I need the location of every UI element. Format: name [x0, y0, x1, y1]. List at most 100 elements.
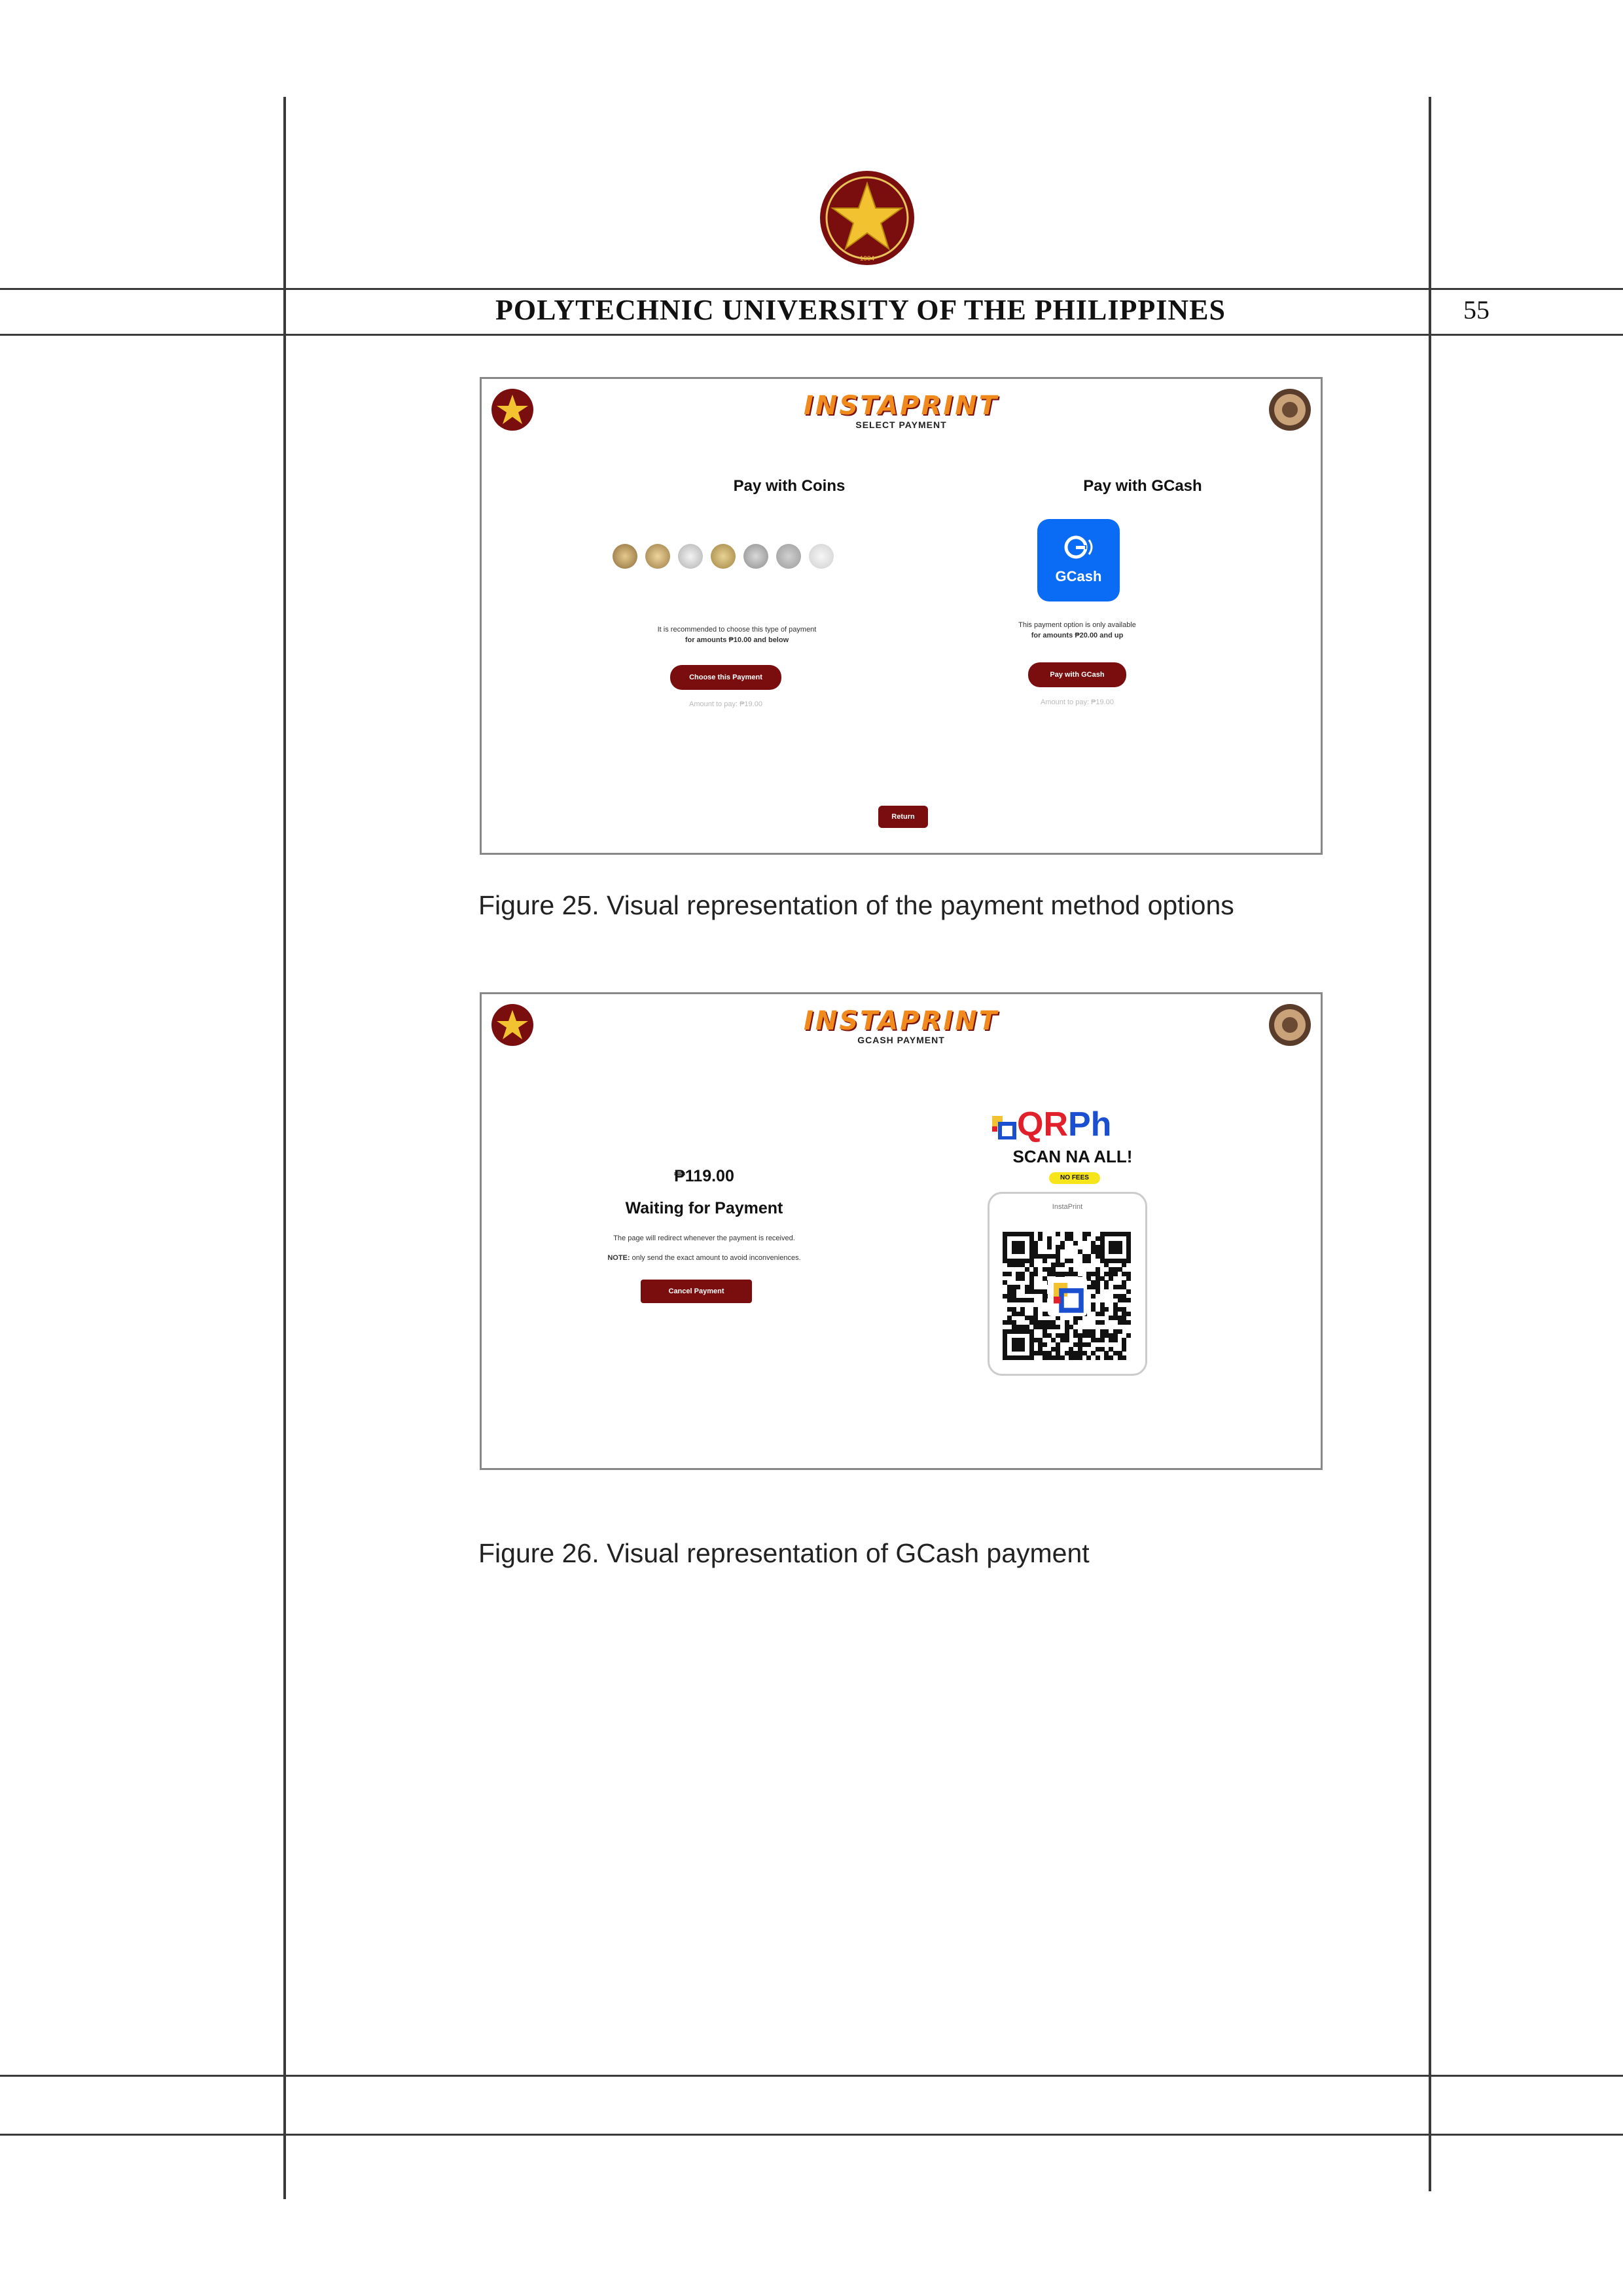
- qr-module: [1046, 1245, 1052, 1250]
- qrph-brand: QRPh: [991, 1105, 1168, 1145]
- qrph-qr-text: QR: [1017, 1105, 1068, 1143]
- qr-module: [1029, 1298, 1034, 1303]
- coins-note-line-1: It is recommended to choose this type of…: [657, 626, 817, 634]
- qr-module: [1077, 1316, 1082, 1321]
- qr-module: [1086, 1258, 1092, 1263]
- pay-with-coins-title: Pay with Coins: [733, 477, 846, 495]
- cancel-payment-button[interactable]: Cancel Payment: [641, 1280, 752, 1303]
- coin-icon: [613, 544, 637, 569]
- screen-title: GCASH PAYMENT: [857, 1035, 945, 1045]
- right-margin-line: [1429, 97, 1431, 2191]
- qr-module: [1099, 1311, 1105, 1316]
- qr-module: [1020, 1249, 1026, 1255]
- figure-25-screenshot: INSTAPRINT SELECT PAYMENT Pay with Coins…: [480, 377, 1323, 855]
- qrph-center-logo-icon: [1048, 1277, 1087, 1316]
- coin-icon: [743, 544, 768, 569]
- seal-year: 1904: [860, 255, 875, 262]
- qr-module: [1126, 1258, 1132, 1263]
- left-margin-line: [283, 97, 286, 2199]
- qr-module: [1126, 1311, 1132, 1316]
- qr-module: [1086, 1355, 1092, 1361]
- redirect-note: The page will redirect whenever the paym…: [613, 1234, 795, 1242]
- qr-module: [1099, 1320, 1105, 1325]
- qr-module: [1020, 1346, 1026, 1352]
- qr-module: [1029, 1355, 1034, 1361]
- merchant-name: InstaPrint: [1052, 1203, 1083, 1211]
- exact-amount-warning: NOTE: only send the exact amount to avoi…: [547, 1253, 861, 1263]
- coin-icon: [678, 544, 703, 569]
- choose-coins-button[interactable]: Choose this Payment: [670, 665, 781, 690]
- qr-module: [1099, 1338, 1105, 1343]
- warning-label: NOTE:: [607, 1254, 630, 1262]
- scan-na-all-text: SCAN NA ALL!: [1012, 1147, 1133, 1166]
- qr-module: [1038, 1236, 1043, 1241]
- qr-module: [1042, 1342, 1047, 1347]
- pay-with-gcash-button[interactable]: Pay with GCash: [1028, 662, 1126, 687]
- qr-module: [1126, 1289, 1132, 1294]
- screen-title: SELECT PAYMENT: [855, 420, 947, 430]
- qr-module: [1016, 1285, 1021, 1290]
- figure-26-screenshot: INSTAPRINT GCASH PAYMENT ₱119.00 Waiting…: [480, 992, 1323, 1470]
- qr-module: [1104, 1306, 1109, 1312]
- payment-amount: ₱119.00: [674, 1167, 734, 1185]
- qr-module: [1113, 1271, 1118, 1276]
- qr-module: [1056, 1232, 1061, 1236]
- gcash-tile-label: GCash: [1055, 568, 1102, 584]
- qr-module: [1073, 1240, 1079, 1246]
- header-bottom-rule: [0, 334, 1623, 336]
- qr-module: [1007, 1271, 1012, 1276]
- app-logo: INSTAPRINT: [803, 391, 999, 421]
- gcash-tile-icon: GCash: [1037, 519, 1120, 601]
- qr-module: [1060, 1263, 1065, 1268]
- coin-icon: [776, 544, 801, 569]
- qr-module: [1095, 1289, 1100, 1294]
- header-top-rule: [0, 288, 1623, 290]
- university-seal-icon: 1904: [820, 171, 914, 265]
- gcash-note-line-2: for amounts ₱20.00 and up: [1031, 632, 1124, 639]
- coin-icon: [711, 544, 736, 569]
- qr-module: [1122, 1346, 1127, 1352]
- qr-module: [1073, 1320, 1079, 1325]
- gcash-note-line-1: This payment option is only available: [1018, 621, 1136, 629]
- coins-note-line-2: for amounts ₱10.00 and below: [685, 636, 789, 644]
- qr-module: [1042, 1298, 1047, 1303]
- qr-module: [1069, 1258, 1074, 1263]
- qr-module: [1086, 1232, 1092, 1236]
- app-logo: INSTAPRINT: [803, 1006, 999, 1036]
- qr-module: [1126, 1320, 1132, 1325]
- university-name: POLYTECHNIC UNIVERSITY OF THE PHILIPPINE…: [495, 294, 1226, 326]
- coin-row: [613, 544, 848, 570]
- qr-module: [1077, 1355, 1082, 1361]
- qr-module: [1056, 1324, 1061, 1329]
- qr-module: [1113, 1338, 1118, 1343]
- coins-amount-to-pay: Amount to pay: ₱19.00: [689, 700, 762, 708]
- qr-module: [1042, 1258, 1047, 1263]
- qr-module: [1126, 1333, 1132, 1338]
- qr-module: [1095, 1355, 1100, 1361]
- qr-module: [1104, 1285, 1109, 1290]
- figure-25-caption: Figure 25. Visual representation of the …: [478, 890, 1234, 920]
- qr-module: [1122, 1263, 1127, 1268]
- qr-module: [1056, 1316, 1061, 1321]
- coin-icon: [645, 544, 670, 569]
- footer-bottom-rule: [0, 2134, 1623, 2136]
- qr-module: [1064, 1338, 1069, 1343]
- qrph-logo-icon: [992, 1116, 1016, 1141]
- qr-module: [1020, 1276, 1026, 1281]
- qr-module: [1086, 1342, 1092, 1347]
- no-fees-badge: NO FEES: [1049, 1172, 1100, 1184]
- warning-text: only send the exact amount to avoid inco…: [630, 1254, 801, 1262]
- figure-26-caption: Figure 26. Visual representation of GCas…: [478, 1538, 1090, 1568]
- qr-module: [1033, 1271, 1039, 1276]
- return-button[interactable]: Return: [878, 806, 928, 828]
- qr-module: [1126, 1276, 1132, 1281]
- qr-module: [1082, 1236, 1087, 1241]
- qr-module: [1060, 1355, 1065, 1361]
- waiting-for-payment-status: Waiting for Payment: [625, 1199, 783, 1217]
- qr-module: [1122, 1355, 1127, 1361]
- qr-code-card: InstaPrint: [988, 1192, 1147, 1376]
- qr-module: [1091, 1293, 1096, 1299]
- qr-module: [1109, 1276, 1114, 1281]
- gcash-amount-to-pay: Amount to pay: ₱19.00: [1041, 698, 1114, 706]
- page-number: 55: [1463, 295, 1489, 325]
